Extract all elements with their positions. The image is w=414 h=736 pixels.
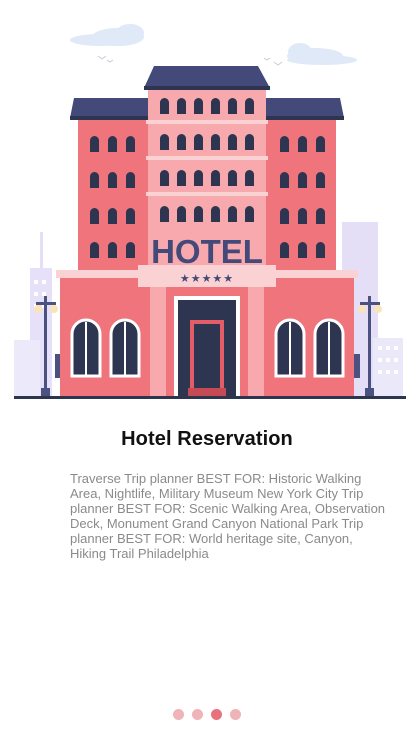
window-icon — [298, 208, 307, 224]
window-icon — [177, 206, 186, 222]
window-icon — [298, 172, 307, 188]
window-icon — [211, 134, 220, 150]
window-icon — [245, 134, 254, 150]
window-icon — [245, 170, 254, 186]
window-icon — [228, 206, 237, 222]
pagination-dot[interactable] — [173, 709, 184, 720]
window-icon — [90, 172, 99, 188]
window-icon — [194, 98, 203, 114]
onboarding-screen: HOTEL ★★★★★ Hotel Reservation Traverse T… — [0, 0, 414, 736]
hotel-sign: HOTEL — [151, 233, 263, 270]
window-icon — [90, 136, 99, 152]
window-icon — [90, 208, 99, 224]
window-icon — [108, 208, 117, 224]
window-icon — [280, 136, 289, 152]
window-icon — [316, 172, 325, 188]
window-icon — [160, 170, 169, 186]
window-icon — [108, 172, 117, 188]
window-icon — [194, 134, 203, 150]
window-icon — [316, 136, 325, 152]
hotel-building-icon: HOTEL ★★★★★ — [56, 66, 358, 396]
pagination-dot[interactable] — [211, 709, 222, 720]
window-icon — [280, 172, 289, 188]
window-icon — [177, 134, 186, 150]
pagination-dot[interactable] — [192, 709, 203, 720]
window-icon — [108, 242, 117, 258]
window-icon — [90, 242, 99, 258]
cloud-icon — [287, 43, 357, 65]
pagination-dot[interactable] — [230, 709, 241, 720]
window-icon — [194, 206, 203, 222]
window-icon — [211, 98, 220, 114]
hotel-illustration: HOTEL ★★★★★ — [14, 24, 406, 399]
window-icon — [298, 136, 307, 152]
window-icon — [160, 134, 169, 150]
window-icon — [245, 98, 254, 114]
onboarding-title: Hotel Reservation — [121, 428, 293, 450]
window-icon — [211, 206, 220, 222]
window-icon — [177, 170, 186, 186]
window-icon — [160, 206, 169, 222]
window-icon — [211, 170, 220, 186]
window-icon — [160, 98, 169, 114]
window-icon — [126, 242, 135, 258]
window-icon — [126, 172, 135, 188]
window-icon — [126, 208, 135, 224]
window-icon — [280, 242, 289, 258]
cloud-icon — [70, 24, 144, 46]
window-icon — [228, 170, 237, 186]
window-icon — [108, 136, 117, 152]
window-icon — [280, 208, 289, 224]
onboarding-description: Traverse Trip planner BEST FOR: Historic… — [70, 471, 386, 561]
window-icon — [316, 208, 325, 224]
hotel-stars: ★★★★★ — [180, 272, 234, 285]
window-icon — [228, 98, 237, 114]
window-icon — [316, 242, 325, 258]
window-icon — [177, 98, 186, 114]
window-icon — [245, 206, 254, 222]
window-icon — [298, 242, 307, 258]
window-icon — [194, 170, 203, 186]
window-icon — [126, 136, 135, 152]
window-icon — [228, 134, 237, 150]
pagination-dots[interactable] — [0, 709, 414, 720]
